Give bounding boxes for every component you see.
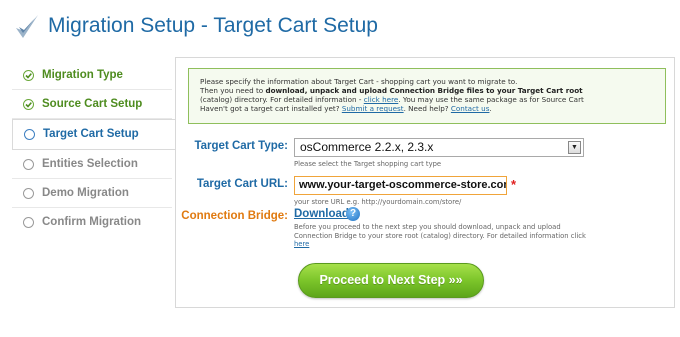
submit-request-link[interactable]: Submit a request xyxy=(342,104,404,113)
cart-url-input[interactable]: www.your-target-oscommerce-store.com xyxy=(294,176,507,195)
contact-us-link[interactable]: Contact us xyxy=(451,104,490,113)
sidebar-item-label: Target Cart Setup xyxy=(43,128,139,140)
notice-text: . Need help? xyxy=(403,104,451,113)
help-icon[interactable]: ? xyxy=(346,207,360,221)
sidebar-item-entities-selection: Entities Selection xyxy=(12,150,172,179)
sidebar-item-migration-type[interactable]: Migration Type xyxy=(12,61,172,90)
sidebar-item-label: Migration Type xyxy=(42,69,123,81)
notice-line: Haven't got a target cart installed yet?… xyxy=(200,104,655,113)
notice-bold-text: download, unpack and upload Connection B… xyxy=(265,86,583,95)
sidebar-item-source-cart-setup[interactable]: Source Cart Setup xyxy=(12,90,172,119)
target-cart-panel: Please specify the information about Tar… xyxy=(175,57,675,308)
bridge-desc-line: Before you proceed to the next step you … xyxy=(294,223,561,231)
circle-icon xyxy=(24,129,35,140)
download-link[interactable]: Download xyxy=(294,208,349,220)
check-circle-icon xyxy=(23,99,34,110)
connection-bridge-label: Connection Bridge: xyxy=(181,210,288,222)
click-here-link[interactable]: click here xyxy=(364,95,399,104)
steps-sidebar: Migration Type Source Cart Setup Target … xyxy=(12,61,176,237)
circle-icon xyxy=(23,217,34,228)
cart-type-hint: Please select the Target shopping cart t… xyxy=(294,160,442,168)
here-link[interactable]: here xyxy=(294,240,309,248)
sidebar-item-target-cart-setup[interactable]: Target Cart Setup xyxy=(12,119,176,150)
sidebar-item-label: Entities Selection xyxy=(42,158,138,170)
notice-text: Haven't got a target cart installed yet? xyxy=(200,104,342,113)
sidebar-item-label: Source Cart Setup xyxy=(42,98,143,110)
page-header: Migration Setup - Target Cart Setup xyxy=(0,0,680,50)
sidebar-item-label: Demo Migration xyxy=(42,187,129,199)
notice-text: . You may use the same package as for So… xyxy=(398,95,584,104)
proceed-next-step-button[interactable]: Proceed to Next Step »» xyxy=(298,263,484,298)
sidebar-item-label: Confirm Migration xyxy=(42,216,142,228)
circle-icon xyxy=(23,188,34,199)
circle-icon xyxy=(23,159,34,170)
sidebar-item-confirm-migration: Confirm Migration xyxy=(12,208,172,237)
checkmark-swoosh-icon xyxy=(16,15,38,38)
cart-url-label: Target Cart URL: xyxy=(196,178,288,190)
notice-text: Then you need to xyxy=(200,86,266,95)
bridge-desc-line: Connection Bridge to your store root (ca… xyxy=(294,231,586,240)
cart-type-select[interactable]: osCommerce 2.2.x, 2.3.x ▼ xyxy=(294,138,584,157)
check-circle-icon xyxy=(23,70,34,81)
info-notice: Please specify the information about Tar… xyxy=(188,68,666,124)
notice-line: Please specify the information about Tar… xyxy=(200,77,518,86)
cart-type-label: Target Cart Type: xyxy=(194,140,288,152)
bridge-description: Before you proceed to the next step you … xyxy=(294,223,594,249)
cart-type-value: osCommerce 2.2.x, 2.3.x xyxy=(300,140,434,154)
sidebar-item-demo-migration: Demo Migration xyxy=(12,179,172,208)
required-marker: * xyxy=(511,177,517,192)
notice-line: Then you need to download, unpack and up… xyxy=(200,86,655,95)
notice-text: . xyxy=(489,104,492,113)
page-title: Migration Setup - Target Cart Setup xyxy=(48,14,378,37)
notice-line: (catalog) directory. For detailed inform… xyxy=(200,95,655,104)
dropdown-arrow-icon[interactable]: ▼ xyxy=(568,141,581,154)
notice-text: (catalog) directory. For detailed inform… xyxy=(200,95,364,104)
cart-url-hint: your store URL e.g. http://yourdomain.co… xyxy=(294,198,462,206)
